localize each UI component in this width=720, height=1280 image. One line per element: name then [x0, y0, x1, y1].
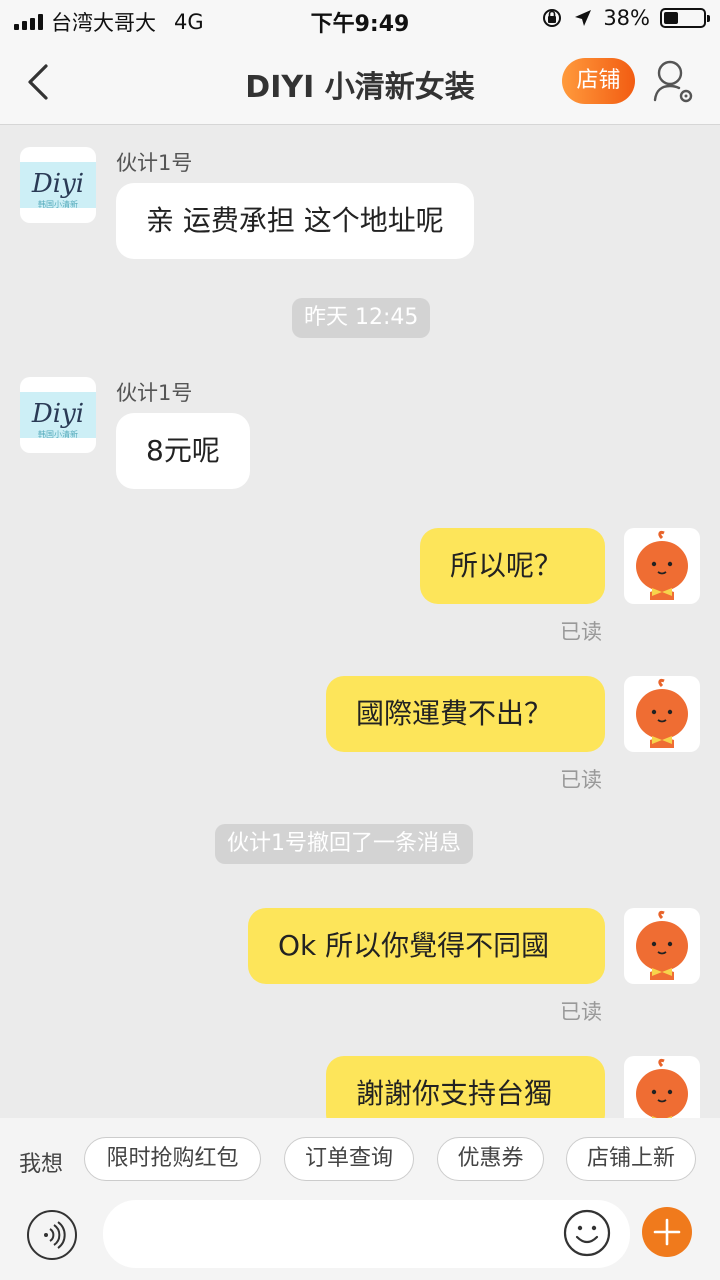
more-button[interactable]	[642, 1207, 692, 1257]
user-avatar[interactable]	[624, 1056, 700, 1118]
message-bubble-right[interactable]: 所以呢？	[420, 528, 605, 604]
user-settings-button[interactable]	[652, 58, 696, 106]
timestamp-label: 昨天 12:45	[292, 298, 431, 338]
quick-reply-label: 我想	[19, 1152, 64, 1177]
message-bubble-right[interactable]: Ok 所以你覺得不同國	[248, 908, 605, 984]
read-status: 已读	[560, 620, 602, 644]
shop-logo-text: Diyi	[31, 399, 85, 429]
pumpkin-avatar-icon	[636, 530, 688, 600]
user-avatar[interactable]	[624, 528, 700, 604]
message-input[interactable]	[103, 1200, 630, 1268]
shop-logo-sub: 韩国小清新	[38, 430, 78, 439]
location-arrow-icon	[575, 10, 592, 26]
shop-logo-text: Diyi	[31, 169, 85, 199]
shop-avatar[interactable]: Diyi 韩国小清新	[20, 147, 96, 223]
emoji-button[interactable]	[562, 1208, 612, 1258]
battery-percent: 38%	[603, 6, 650, 30]
pumpkin-avatar-icon	[636, 678, 688, 748]
read-status: 已读	[560, 1000, 602, 1024]
pumpkin-avatar-icon	[636, 1058, 688, 1118]
recall-notice: 伙计1号撤回了一条消息	[215, 824, 473, 864]
user-avatar[interactable]	[624, 908, 700, 984]
read-status: 已读	[560, 768, 602, 792]
message-bubble-left[interactable]: 亲 运费承担 这个地址呢	[116, 183, 474, 259]
message-bubble-right[interactable]: 國際運費不出？	[326, 676, 605, 752]
quick-chip-order-query[interactable]: 订单查询	[284, 1137, 414, 1181]
quick-chip-new-arrivals[interactable]: 店铺上新	[566, 1137, 696, 1181]
sender-name: 伙计1号	[116, 381, 193, 405]
message-bubble-left[interactable]: 8元呢	[116, 413, 250, 489]
user-settings-icon	[653, 60, 693, 103]
status-bar: 台湾大哥大 4G 下午9:49 38%	[0, 0, 720, 40]
pumpkin-avatar-icon	[636, 910, 688, 980]
chat-area[interactable]: Diyi 韩国小清新 伙计1号 亲 运费承担 这个地址呢 昨天 12:45 Di…	[0, 125, 720, 1118]
status-right: 38%	[541, 6, 710, 30]
shop-avatar[interactable]: Diyi 韩国小清新	[20, 377, 96, 453]
quick-reply-bar: 我想 限时抢购红包 订单查询 优惠券 店铺上新	[0, 1118, 720, 1200]
quick-chip-flash-sale[interactable]: 限时抢购红包	[84, 1137, 261, 1181]
battery-icon	[660, 8, 710, 28]
shop-button[interactable]: 店铺	[562, 58, 635, 104]
voice-button[interactable]	[27, 1210, 77, 1260]
user-avatar[interactable]	[624, 676, 700, 752]
rotation-lock-icon	[543, 9, 562, 27]
message-bubble-right[interactable]: 謝謝你支持台獨	[326, 1056, 605, 1118]
sender-name: 伙计1号	[116, 151, 193, 175]
emoji-icon	[563, 1209, 611, 1257]
voice-icon	[44, 1221, 66, 1249]
shop-logo-sub: 韩国小清新	[38, 200, 78, 209]
nav-bar: DIYI 小清新女装 店铺	[0, 40, 720, 125]
plus-icon	[653, 1218, 681, 1246]
quick-chip-coupon[interactable]: 优惠券	[437, 1137, 544, 1181]
battery-fill	[664, 12, 678, 24]
input-bar	[0, 1200, 720, 1280]
